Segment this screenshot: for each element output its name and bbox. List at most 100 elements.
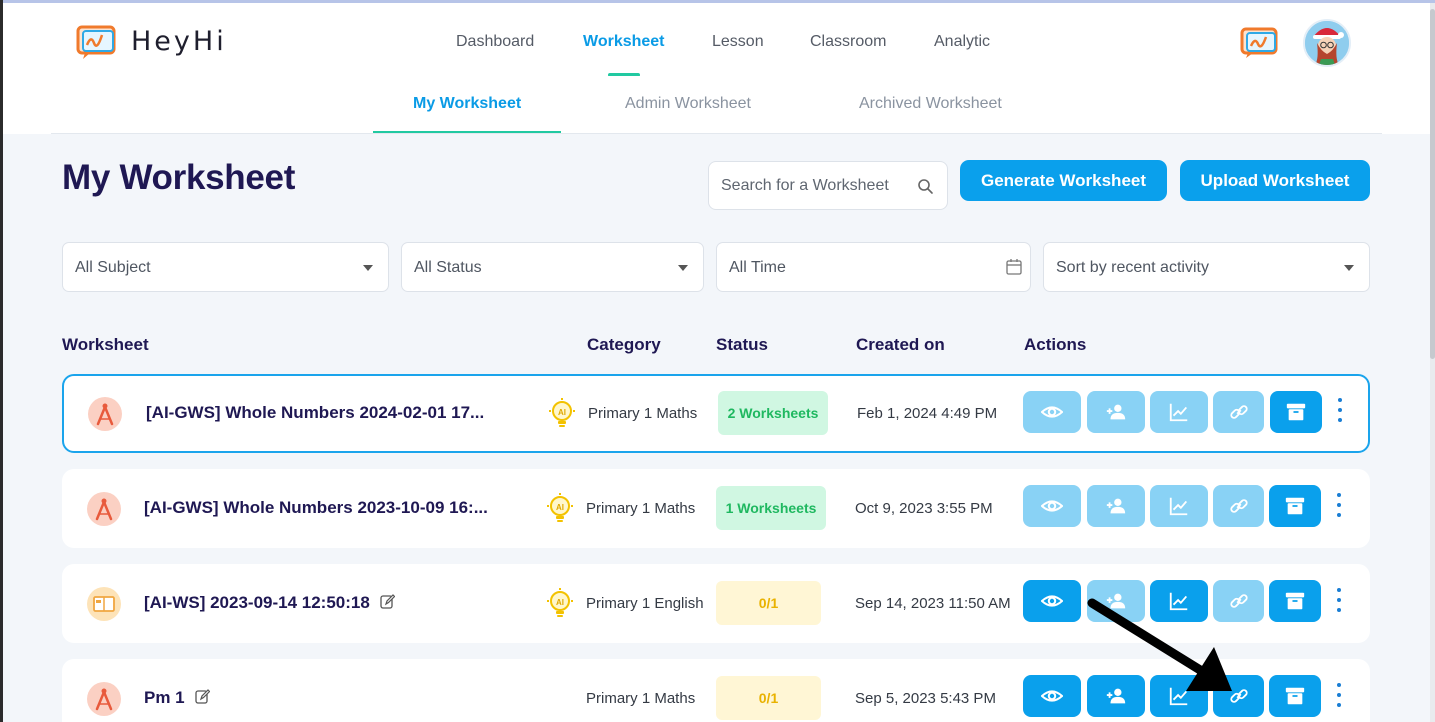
- ai-bulb-icon: AI: [549, 398, 575, 427]
- sort-filter[interactable]: Sort by recent activity: [1043, 242, 1370, 292]
- archive-button[interactable]: [1269, 485, 1321, 527]
- more-vertical-icon: [1337, 683, 1341, 687]
- ai-bulb-icon: AI: [547, 588, 573, 617]
- created-date: Sep 14, 2023 11:50 AM: [855, 595, 1011, 612]
- nav-dashboard-label[interactable]: Dashboard: [456, 33, 534, 50]
- share-link-button[interactable]: [1213, 485, 1264, 527]
- status-filter[interactable]: All Status: [401, 242, 704, 292]
- chevron-down-icon: [363, 265, 373, 271]
- table-row[interactable]: [AI-GWS] Whole Numbers 2023-10-09 16:...…: [62, 469, 1370, 548]
- svg-text:AI: AI: [556, 503, 564, 512]
- status-filter-value: All Status: [414, 259, 482, 276]
- archive-icon: [1285, 592, 1305, 610]
- more-vertical-icon: [1337, 493, 1341, 497]
- chevron-down-icon: [678, 265, 688, 271]
- archive-icon: [1285, 687, 1305, 705]
- worksheet-title[interactable]: [AI-GWS] Whole Numbers 2023-10-09 16:...: [144, 498, 488, 518]
- nav-classroom-label[interactable]: Classroom: [810, 33, 886, 50]
- calendar-icon[interactable]: [1006, 258, 1022, 275]
- svg-text:AI: AI: [558, 408, 566, 417]
- nav-lesson[interactable]: Lesson: [712, 33, 764, 51]
- archive-icon: [1285, 497, 1305, 515]
- search-icon[interactable]: [917, 178, 934, 195]
- app-logo[interactable]: HeyHi: [75, 21, 227, 61]
- worksheet-category: Primary 1 Maths: [588, 405, 698, 422]
- svg-text:AI: AI: [556, 598, 564, 607]
- tab-my-worksheet[interactable]: My Worksheet: [413, 95, 521, 113]
- table-row[interactable]: [AI-GWS] Whole Numbers 2024-02-01 17... …: [62, 374, 1370, 453]
- status-badge: 0/1: [716, 676, 821, 720]
- add-user-icon: [1106, 404, 1126, 420]
- worksheet-category: Primary 1 English: [586, 595, 704, 612]
- time-filter[interactable]: All Time: [716, 242, 1031, 292]
- more-options-button[interactable]: [1333, 491, 1345, 519]
- archive-button[interactable]: [1269, 580, 1321, 622]
- status-badge: 2 Worksheets: [718, 391, 828, 435]
- top-navbar: HeyHi Dashboard Worksheet Lesson Classro…: [3, 3, 1430, 77]
- assign-button[interactable]: [1087, 485, 1145, 527]
- archive-icon: [1286, 403, 1306, 421]
- more-options-button[interactable]: [1333, 586, 1345, 614]
- nav-classroom[interactable]: Classroom: [810, 33, 886, 51]
- chart-icon: [1169, 497, 1188, 516]
- book-icon: [87, 587, 121, 621]
- worksheet-title[interactable]: [AI-GWS] Whole Numbers 2024-02-01 17...: [146, 403, 484, 423]
- upload-worksheet-button[interactable]: Upload Worksheet: [1180, 160, 1370, 201]
- worksheet-title-text: [AI-WS] 2023-09-14 12:50:18: [144, 593, 370, 612]
- worksheet-title[interactable]: [AI-WS] 2023-09-14 12:50:18: [144, 593, 395, 613]
- share-link-button[interactable]: [1213, 391, 1264, 433]
- nav-worksheet[interactable]: Worksheet: [583, 33, 665, 51]
- column-header-actions: Actions: [1024, 335, 1087, 354]
- analytics-button[interactable]: [1150, 391, 1208, 433]
- status-badge: 0/1: [716, 581, 821, 625]
- created-date: Sep 5, 2023 5:43 PM: [855, 690, 996, 707]
- generate-worksheet-button[interactable]: Generate Worksheet: [960, 160, 1167, 201]
- subtab-divider: [51, 133, 1382, 134]
- archive-button[interactable]: [1270, 391, 1322, 433]
- eye-icon: [1041, 406, 1063, 418]
- chart-icon: [1169, 403, 1188, 422]
- edit-icon[interactable]: [380, 594, 395, 609]
- link-icon: [1229, 499, 1248, 513]
- avatar-image: [1305, 21, 1349, 65]
- subject-filter[interactable]: All Subject: [62, 242, 389, 292]
- nav-worksheet-label[interactable]: Worksheet: [583, 33, 665, 50]
- assign-button[interactable]: [1087, 391, 1145, 433]
- analytics-button[interactable]: [1150, 485, 1208, 527]
- nav-analytic[interactable]: Analytic: [934, 33, 990, 51]
- scrollbar-thumb[interactable]: [1430, 9, 1435, 359]
- eye-icon: [1041, 500, 1063, 512]
- subject-filter-value: All Subject: [75, 259, 151, 276]
- search-input[interactable]: Search for a Worksheet: [708, 161, 948, 210]
- worksheet-subtabs: My Worksheet Admin Worksheet Archived Wo…: [3, 76, 1430, 134]
- nav-lesson-label[interactable]: Lesson: [712, 33, 764, 50]
- view-button[interactable]: [1023, 485, 1081, 527]
- tab-admin-worksheet[interactable]: Admin Worksheet: [625, 95, 751, 113]
- eye-icon: [1041, 690, 1063, 702]
- view-button[interactable]: [1023, 580, 1081, 622]
- compass-icon: [88, 397, 122, 431]
- user-avatar[interactable]: [1303, 19, 1351, 67]
- created-date: Feb 1, 2024 4:49 PM: [857, 405, 998, 422]
- archive-button[interactable]: [1269, 675, 1321, 717]
- nav-dashboard[interactable]: Dashboard: [456, 33, 534, 51]
- column-header-worksheet: Worksheet: [62, 335, 149, 354]
- page-scrollbar[interactable]: [1430, 3, 1435, 722]
- eye-icon: [1041, 595, 1063, 607]
- edit-icon[interactable]: [194, 689, 210, 704]
- more-options-button[interactable]: [1334, 396, 1346, 424]
- nav-analytic-label[interactable]: Analytic: [934, 33, 990, 50]
- more-vertical-icon: [1337, 588, 1341, 592]
- search-placeholder: Search for a Worksheet: [721, 177, 889, 194]
- view-button[interactable]: [1023, 391, 1081, 433]
- time-filter-value: All Time: [729, 259, 786, 276]
- view-button[interactable]: [1023, 675, 1081, 717]
- sort-filter-value: Sort by recent activity: [1056, 259, 1209, 276]
- annotation-arrow-icon: [1087, 598, 1232, 691]
- more-options-button[interactable]: [1333, 681, 1345, 709]
- tab-archived-worksheet[interactable]: Archived Worksheet: [859, 95, 1002, 113]
- column-header-created: Created on: [856, 335, 945, 354]
- worksheet-category: Primary 1 Maths: [586, 500, 696, 517]
- worksheet-title[interactable]: Pm 1: [144, 688, 210, 708]
- whiteboard-icon[interactable]: [1240, 25, 1280, 59]
